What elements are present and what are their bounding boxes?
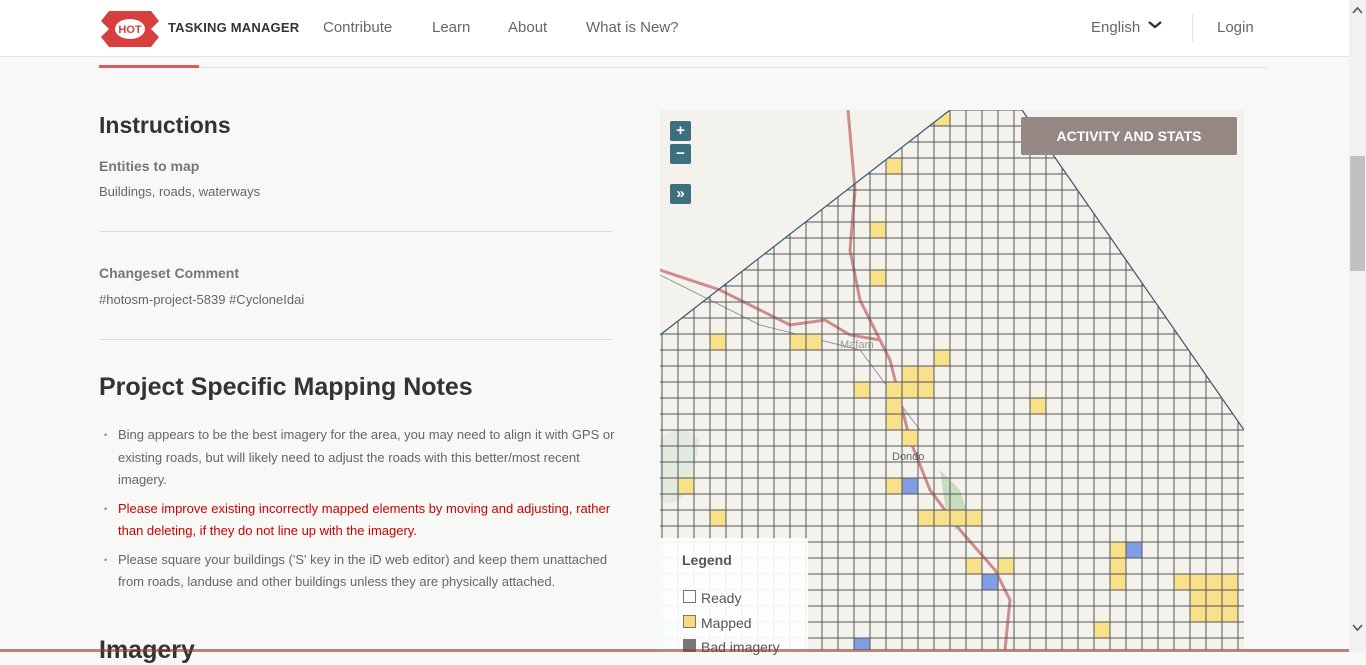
tab-active-indicator[interactable] — [99, 65, 199, 68]
mapped-task-cell[interactable] — [933, 509, 951, 527]
scroll-thumb[interactable] — [1350, 156, 1365, 271]
legend-item-ready: Ready — [701, 590, 742, 606]
mapped-task-cell[interactable] — [949, 509, 967, 527]
mapped-task-cell[interactable] — [917, 509, 935, 527]
mapped-task-cell[interactable] — [805, 333, 823, 351]
activity-stats-button[interactable]: ACTIVITY AND STATS — [1021, 117, 1237, 155]
brand-name[interactable]: TASKING MANAGER — [168, 20, 299, 35]
page-scrollbar[interactable] — [1349, 0, 1366, 652]
scroll-up-icon[interactable] — [1352, 6, 1363, 14]
mapped-task-cell[interactable] — [965, 509, 983, 527]
mapped-task-cell[interactable] — [901, 365, 919, 383]
mapped-task-cell[interactable] — [885, 477, 903, 495]
mapped-task-cell[interactable] — [869, 221, 887, 239]
mapped-task-cell[interactable] — [1109, 557, 1127, 575]
mapped-task-cell[interactable] — [709, 509, 727, 527]
mapping-notes-heading: Project Specific Mapping Notes — [99, 373, 473, 401]
list-item: Bing appears to be the best imagery for … — [104, 424, 616, 492]
changeset-label: Changeset Comment — [99, 265, 240, 281]
mapped-task-cell[interactable] — [1221, 589, 1239, 607]
place-label: Dondo — [892, 451, 924, 463]
mapped-task-cell[interactable] — [933, 349, 951, 367]
nav-learn[interactable]: Learn — [432, 19, 470, 36]
mapped-task-cell[interactable] — [1221, 573, 1239, 591]
language-selector[interactable]: English — [1091, 19, 1140, 36]
logo-text: HOT — [118, 24, 142, 36]
mapped-task-cell[interactable] — [1205, 605, 1223, 623]
legend-swatch — [683, 615, 696, 628]
mapped-task-cell[interactable] — [789, 333, 807, 351]
mapped-task-cell[interactable] — [885, 157, 903, 175]
list-item: Please square your buildings ('S' key in… — [104, 549, 616, 594]
legend-title: Legend — [682, 552, 732, 568]
mapped-task-cell[interactable] — [1189, 589, 1207, 607]
mapped-task-cell[interactable] — [1173, 573, 1191, 591]
list-item: Please improve existing incorrectly mapp… — [104, 498, 616, 543]
mapped-task-cell[interactable] — [901, 381, 919, 399]
mapped-task-cell[interactable] — [901, 429, 919, 447]
divider — [99, 339, 613, 340]
mapped-task-cell[interactable] — [1109, 541, 1127, 559]
validated-task-cell[interactable] — [901, 477, 919, 495]
validated-task-cell[interactable] — [981, 573, 999, 591]
mapped-task-cell[interactable] — [965, 557, 983, 575]
mapped-task-cell[interactable] — [869, 269, 887, 287]
hot-logo[interactable]: HOT — [101, 11, 161, 47]
scroll-down-icon[interactable] — [1352, 624, 1363, 632]
changeset-value: #hotosm-project-5839 #CycloneIdai — [99, 292, 305, 307]
mapped-task-cell[interactable] — [1205, 573, 1223, 591]
mapped-task-cell[interactable] — [885, 381, 903, 399]
zoom-out-button[interactable]: − — [670, 144, 691, 164]
mapped-task-cell[interactable] — [885, 397, 903, 415]
legend-swatch — [683, 590, 696, 603]
zoom-in-button[interactable]: + — [670, 121, 691, 141]
divider — [99, 231, 613, 232]
entities-value: Buildings, roads, waterways — [99, 184, 261, 199]
nav-contribute[interactable]: Contribute — [323, 19, 392, 36]
chevron-down-icon[interactable] — [1147, 20, 1163, 30]
mapped-task-cell[interactable] — [917, 381, 935, 399]
mapped-task-cell[interactable] — [1205, 589, 1223, 607]
mapped-task-cell[interactable] — [1029, 397, 1047, 415]
nav-about[interactable]: About — [508, 19, 547, 36]
mapped-task-cell[interactable] — [1189, 605, 1207, 623]
mapped-task-cell[interactable] — [709, 333, 727, 351]
tab-underline — [99, 67, 1267, 68]
mapping-notes-list: Bing appears to be the best imagery for … — [104, 424, 616, 600]
nav-whats-new[interactable]: What is New? — [586, 19, 679, 36]
mapped-task-cell[interactable] — [853, 381, 871, 399]
mapped-task-cell[interactable] — [917, 365, 935, 383]
road — [660, 268, 881, 342]
place-label: Mafam — [840, 339, 874, 351]
mapped-task-cell[interactable] — [677, 477, 695, 495]
mapped-task-cell[interactable] — [1109, 573, 1127, 591]
legend-item-bad-imagery: Bad imagery — [701, 639, 780, 655]
nav-divider — [1192, 14, 1193, 42]
mapped-task-cell[interactable] — [1189, 573, 1207, 591]
mapped-task-cell[interactable] — [1093, 621, 1111, 639]
validated-task-cell[interactable] — [1125, 541, 1143, 559]
expand-button[interactable]: » — [670, 184, 691, 204]
entities-label: Entities to map — [99, 158, 200, 174]
legend-item-mapped: Mapped — [701, 615, 752, 631]
login-link[interactable]: Login — [1217, 19, 1254, 36]
mapped-task-cell[interactable] — [885, 413, 903, 431]
instructions-heading: Instructions — [99, 112, 231, 138]
mapped-task-cell[interactable] — [1221, 605, 1239, 623]
mapped-task-cell[interactable] — [997, 557, 1015, 575]
